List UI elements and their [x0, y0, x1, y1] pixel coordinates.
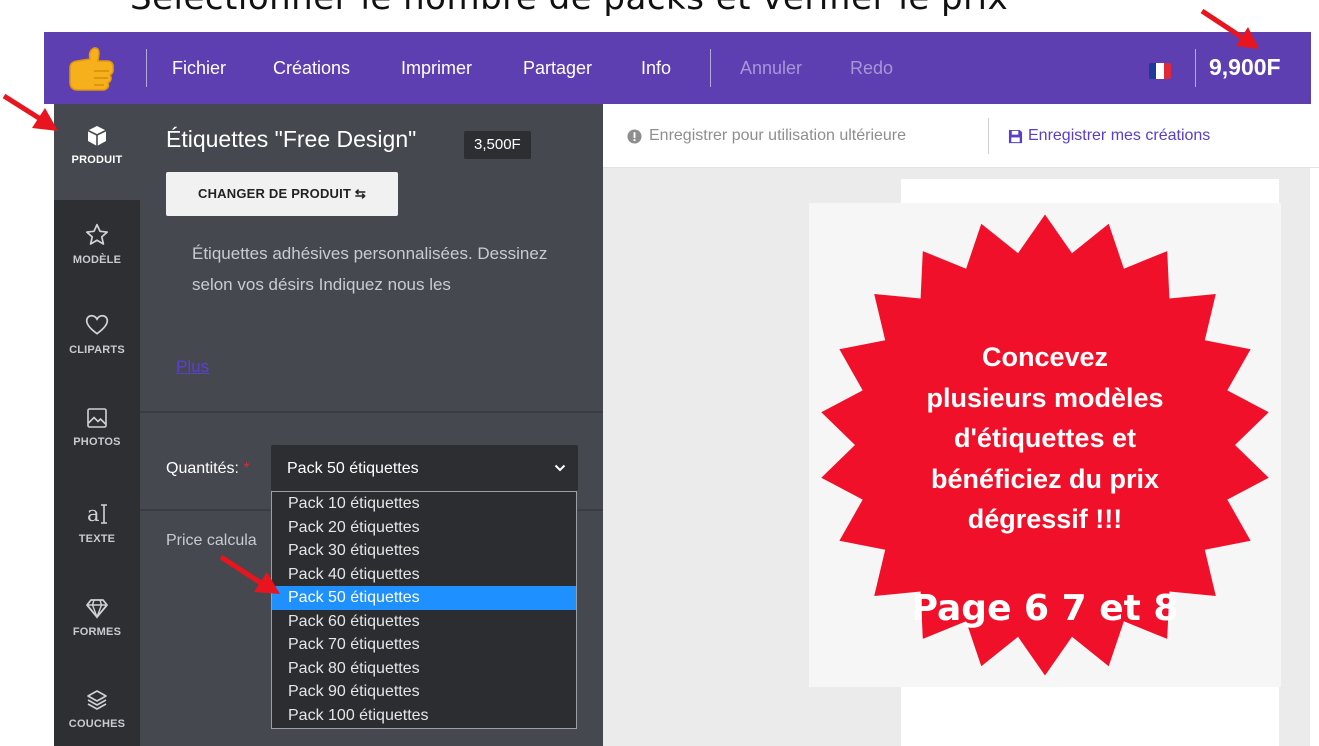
product-price-badge: 3,500F: [464, 131, 531, 159]
promo-line: Concevez: [981, 342, 1109, 372]
sidebar-item-label: PRODUIT: [71, 154, 123, 166]
info-circle-icon: [627, 128, 642, 144]
top-navigation-bar: Fichier Créations Imprimer Partager Info…: [44, 32, 1311, 104]
redo-button[interactable]: Redo: [850, 58, 893, 79]
sidebar-item-label: MODÈLE: [72, 254, 122, 266]
menu-fichier[interactable]: Fichier: [172, 58, 226, 79]
annotation-arrow-icon: [219, 554, 280, 594]
save-my-creations-button[interactable]: Enregistrer mes créations: [1008, 127, 1210, 145]
sidebar-item-label: TEXTE: [78, 533, 116, 545]
promo-message: Concevez plusieurs modèles d'étiquettes …: [809, 337, 1281, 540]
tutorial-caption: Sélectionner le nombre de packs et vérif…: [130, 0, 1008, 18]
quantity-option[interactable]: Pack 30 étiquettes: [272, 539, 576, 563]
required-mark: *: [243, 460, 250, 477]
annotation-arrow-icon: [1200, 8, 1259, 49]
menu-info[interactable]: Info: [641, 58, 671, 79]
box-icon: [87, 126, 107, 146]
promo-page-reference: Page 6 7 et 8: [911, 588, 1179, 629]
sidebar-item-label: PHOTOS: [73, 436, 121, 448]
diamond-icon: [86, 599, 108, 619]
cart-total-price[interactable]: 9,900F: [1209, 54, 1281, 81]
quantity-option[interactable]: Pack 20 étiquettes: [272, 516, 576, 540]
menu-imprimer[interactable]: Imprimer: [401, 58, 472, 79]
sidebar-item-label: CLIPARTS: [69, 344, 125, 356]
quantity-option[interactable]: Pack 80 étiquettes: [272, 657, 576, 681]
promo-line: plusieurs modèles: [926, 382, 1164, 413]
french-flag-icon[interactable]: [1149, 63, 1171, 79]
quantity-option-selected[interactable]: Pack 50 étiquettes: [272, 586, 576, 610]
sidebar-item-texte[interactable]: a TEXTE: [54, 501, 140, 545]
sidebar-item-couches[interactable]: COUCHES: [54, 688, 140, 730]
sidebar-item-photos[interactable]: PHOTOS: [54, 406, 140, 448]
menu-partager[interactable]: Partager: [523, 58, 592, 79]
logo-divider: [146, 49, 147, 87]
layers-icon: [87, 690, 107, 710]
change-product-button[interactable]: CHANGER DE PRODUIT ⇆: [166, 172, 398, 216]
tool-sidebar: PRODUIT MODÈLE CLIPARTS PHOTOS a TEXTE F…: [54, 104, 140, 746]
product-title: Étiquettes "Free Design": [166, 126, 417, 152]
quantity-option[interactable]: Pack 70 étiquettes: [272, 633, 576, 657]
floppy-disk-icon: [1008, 129, 1023, 143]
annotation-arrow-icon: [2, 93, 58, 131]
image-icon: [87, 408, 107, 428]
save-my-creations-label: Enregistrer mes créations: [1028, 127, 1211, 144]
quantity-label: Quantités: *: [166, 460, 250, 478]
menu-divider: [710, 49, 711, 87]
promo-line: dégressif !!!: [967, 504, 1123, 534]
save-for-later-label: Enregistrer pour utilisation ultérieure: [649, 127, 907, 144]
product-description: Étiquettes adhésives personnalisées. Des…: [192, 244, 548, 294]
chevron-down-icon: [554, 464, 566, 472]
toolbar-divider: [988, 118, 989, 154]
cart-divider: [1195, 49, 1196, 87]
quantity-option[interactable]: Pack 100 étiquettes: [272, 704, 576, 728]
quantity-option[interactable]: Pack 10 étiquettes: [272, 492, 576, 516]
svg-text:a: a: [87, 502, 100, 526]
text-icon: a: [87, 502, 107, 526]
sidebar-item-formes[interactable]: FORMES: [54, 596, 140, 638]
sidebar-item-produit[interactable]: PRODUIT: [54, 124, 140, 166]
quantity-options-list: Pack 10 étiquettes Pack 20 étiquettes Pa…: [271, 491, 577, 729]
menu-creations[interactable]: Créations: [273, 58, 350, 79]
sidebar-item-modele[interactable]: MODÈLE: [54, 222, 140, 266]
sidebar-item-label: COUCHES: [68, 718, 126, 730]
heart-icon: [85, 314, 109, 335]
quantity-label-text: Quantités:: [166, 460, 239, 477]
sidebar-item-cliparts[interactable]: CLIPARTS: [54, 312, 140, 356]
design-workspace: Enregistrer pour utilisation ultérieure …: [603, 104, 1319, 746]
save-for-later-button[interactable]: Enregistrer pour utilisation ultérieure: [627, 127, 906, 145]
quantity-option[interactable]: Pack 60 étiquettes: [272, 610, 576, 634]
quantity-option[interactable]: Pack 40 étiquettes: [272, 563, 576, 587]
quantity-option[interactable]: Pack 90 étiquettes: [272, 680, 576, 704]
promo-sticker-image[interactable]: Concevez plusieurs modèles d'étiquettes …: [809, 203, 1281, 687]
quantity-selected-value: Pack 50 étiquettes: [287, 460, 419, 477]
star-icon: [85, 223, 109, 245]
promo-line: bénéficiez du prix: [930, 463, 1160, 494]
sidebar-item-label: FORMES: [72, 626, 122, 638]
price-calculation-text: Price calcula: [166, 532, 257, 549]
panel-divider: [140, 411, 603, 413]
screenshot-root: Sélectionner le nombre de packs et vérif…: [0, 0, 1319, 746]
promo-line: d'étiquettes et: [954, 423, 1136, 453]
quantity-select[interactable]: Pack 50 étiquettes: [271, 445, 578, 491]
thumbs-up-logo-icon[interactable]: [64, 42, 118, 96]
canvas-toolbar: Enregistrer pour utilisation ultérieure …: [603, 104, 1319, 168]
undo-button[interactable]: Annuler: [740, 58, 802, 79]
more-link[interactable]: Plus: [176, 357, 209, 377]
